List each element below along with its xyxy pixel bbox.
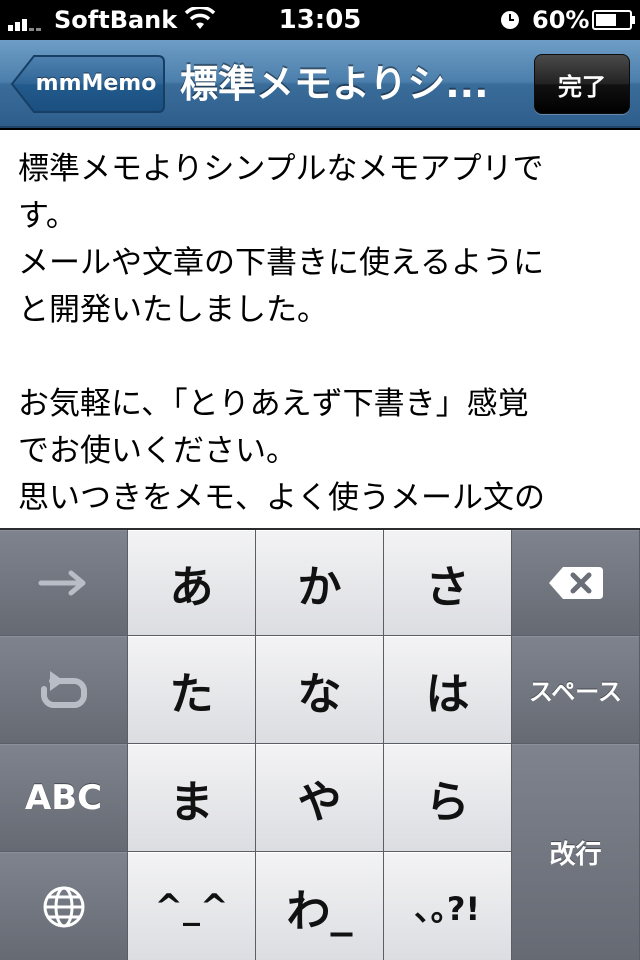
key-ha[interactable]: は bbox=[384, 636, 512, 744]
key-emoticon[interactable]: ^_^ bbox=[128, 852, 256, 960]
next-candidate-key[interactable] bbox=[0, 530, 128, 636]
memo-text: 標準メモよりシンプルなメモアプリで す。 メールや文章の下書きに使えるように と… bbox=[18, 151, 545, 528]
space-key[interactable]: スペース bbox=[512, 636, 640, 744]
key-sa[interactable]: さ bbox=[384, 530, 512, 636]
memo-text-area[interactable]: 標準メモよりシンプルなメモアプリで す。 メールや文章の下書きに使えるように と… bbox=[0, 130, 640, 528]
battery-percentage: 60% bbox=[532, 6, 590, 34]
abc-mode-key[interactable]: ABC bbox=[0, 744, 128, 852]
key-ma[interactable]: ま bbox=[128, 744, 256, 852]
return-key[interactable]: 改行 bbox=[512, 744, 640, 960]
arrow-right-icon bbox=[38, 570, 85, 595]
key-ra[interactable]: ら bbox=[384, 744, 512, 852]
signal-strength-icon bbox=[8, 19, 41, 31]
carrier-name: SoftBank bbox=[54, 6, 178, 34]
key-punctuation[interactable]: ､｡?! bbox=[384, 852, 512, 960]
key-wa[interactable]: わ_ bbox=[256, 852, 384, 960]
key-a[interactable]: あ bbox=[128, 530, 256, 636]
undo-key[interactable] bbox=[0, 636, 128, 744]
wifi-icon bbox=[184, 7, 216, 29]
done-button[interactable]: 完了 bbox=[534, 54, 630, 114]
key-ya[interactable]: や bbox=[256, 744, 384, 852]
status-bar: SoftBank 13:05 60% bbox=[0, 0, 640, 40]
globe-icon bbox=[43, 886, 84, 927]
key-ka[interactable]: か bbox=[256, 530, 384, 636]
key-na[interactable]: な bbox=[256, 636, 384, 744]
delete-key[interactable] bbox=[512, 530, 640, 636]
battery-icon bbox=[592, 10, 635, 30]
back-button[interactable]: mmMemo bbox=[10, 54, 166, 114]
japanese-kana-keyboard: あ か さ た な は スペース ABC ま や ら 改行 ^_^ わ_ ､｡?… bbox=[0, 528, 640, 960]
alarm-clock-icon bbox=[501, 11, 519, 29]
navigation-bar: mmMemo 標準メモよりシ... 完了 bbox=[0, 40, 640, 128]
globe-key[interactable] bbox=[0, 852, 128, 960]
key-ta[interactable]: た bbox=[128, 636, 256, 744]
backspace-icon bbox=[548, 566, 603, 599]
undo-icon bbox=[40, 670, 87, 708]
page-title: 標準メモよりシ... bbox=[180, 62, 489, 106]
back-button-label: mmMemo bbox=[35, 71, 157, 96]
